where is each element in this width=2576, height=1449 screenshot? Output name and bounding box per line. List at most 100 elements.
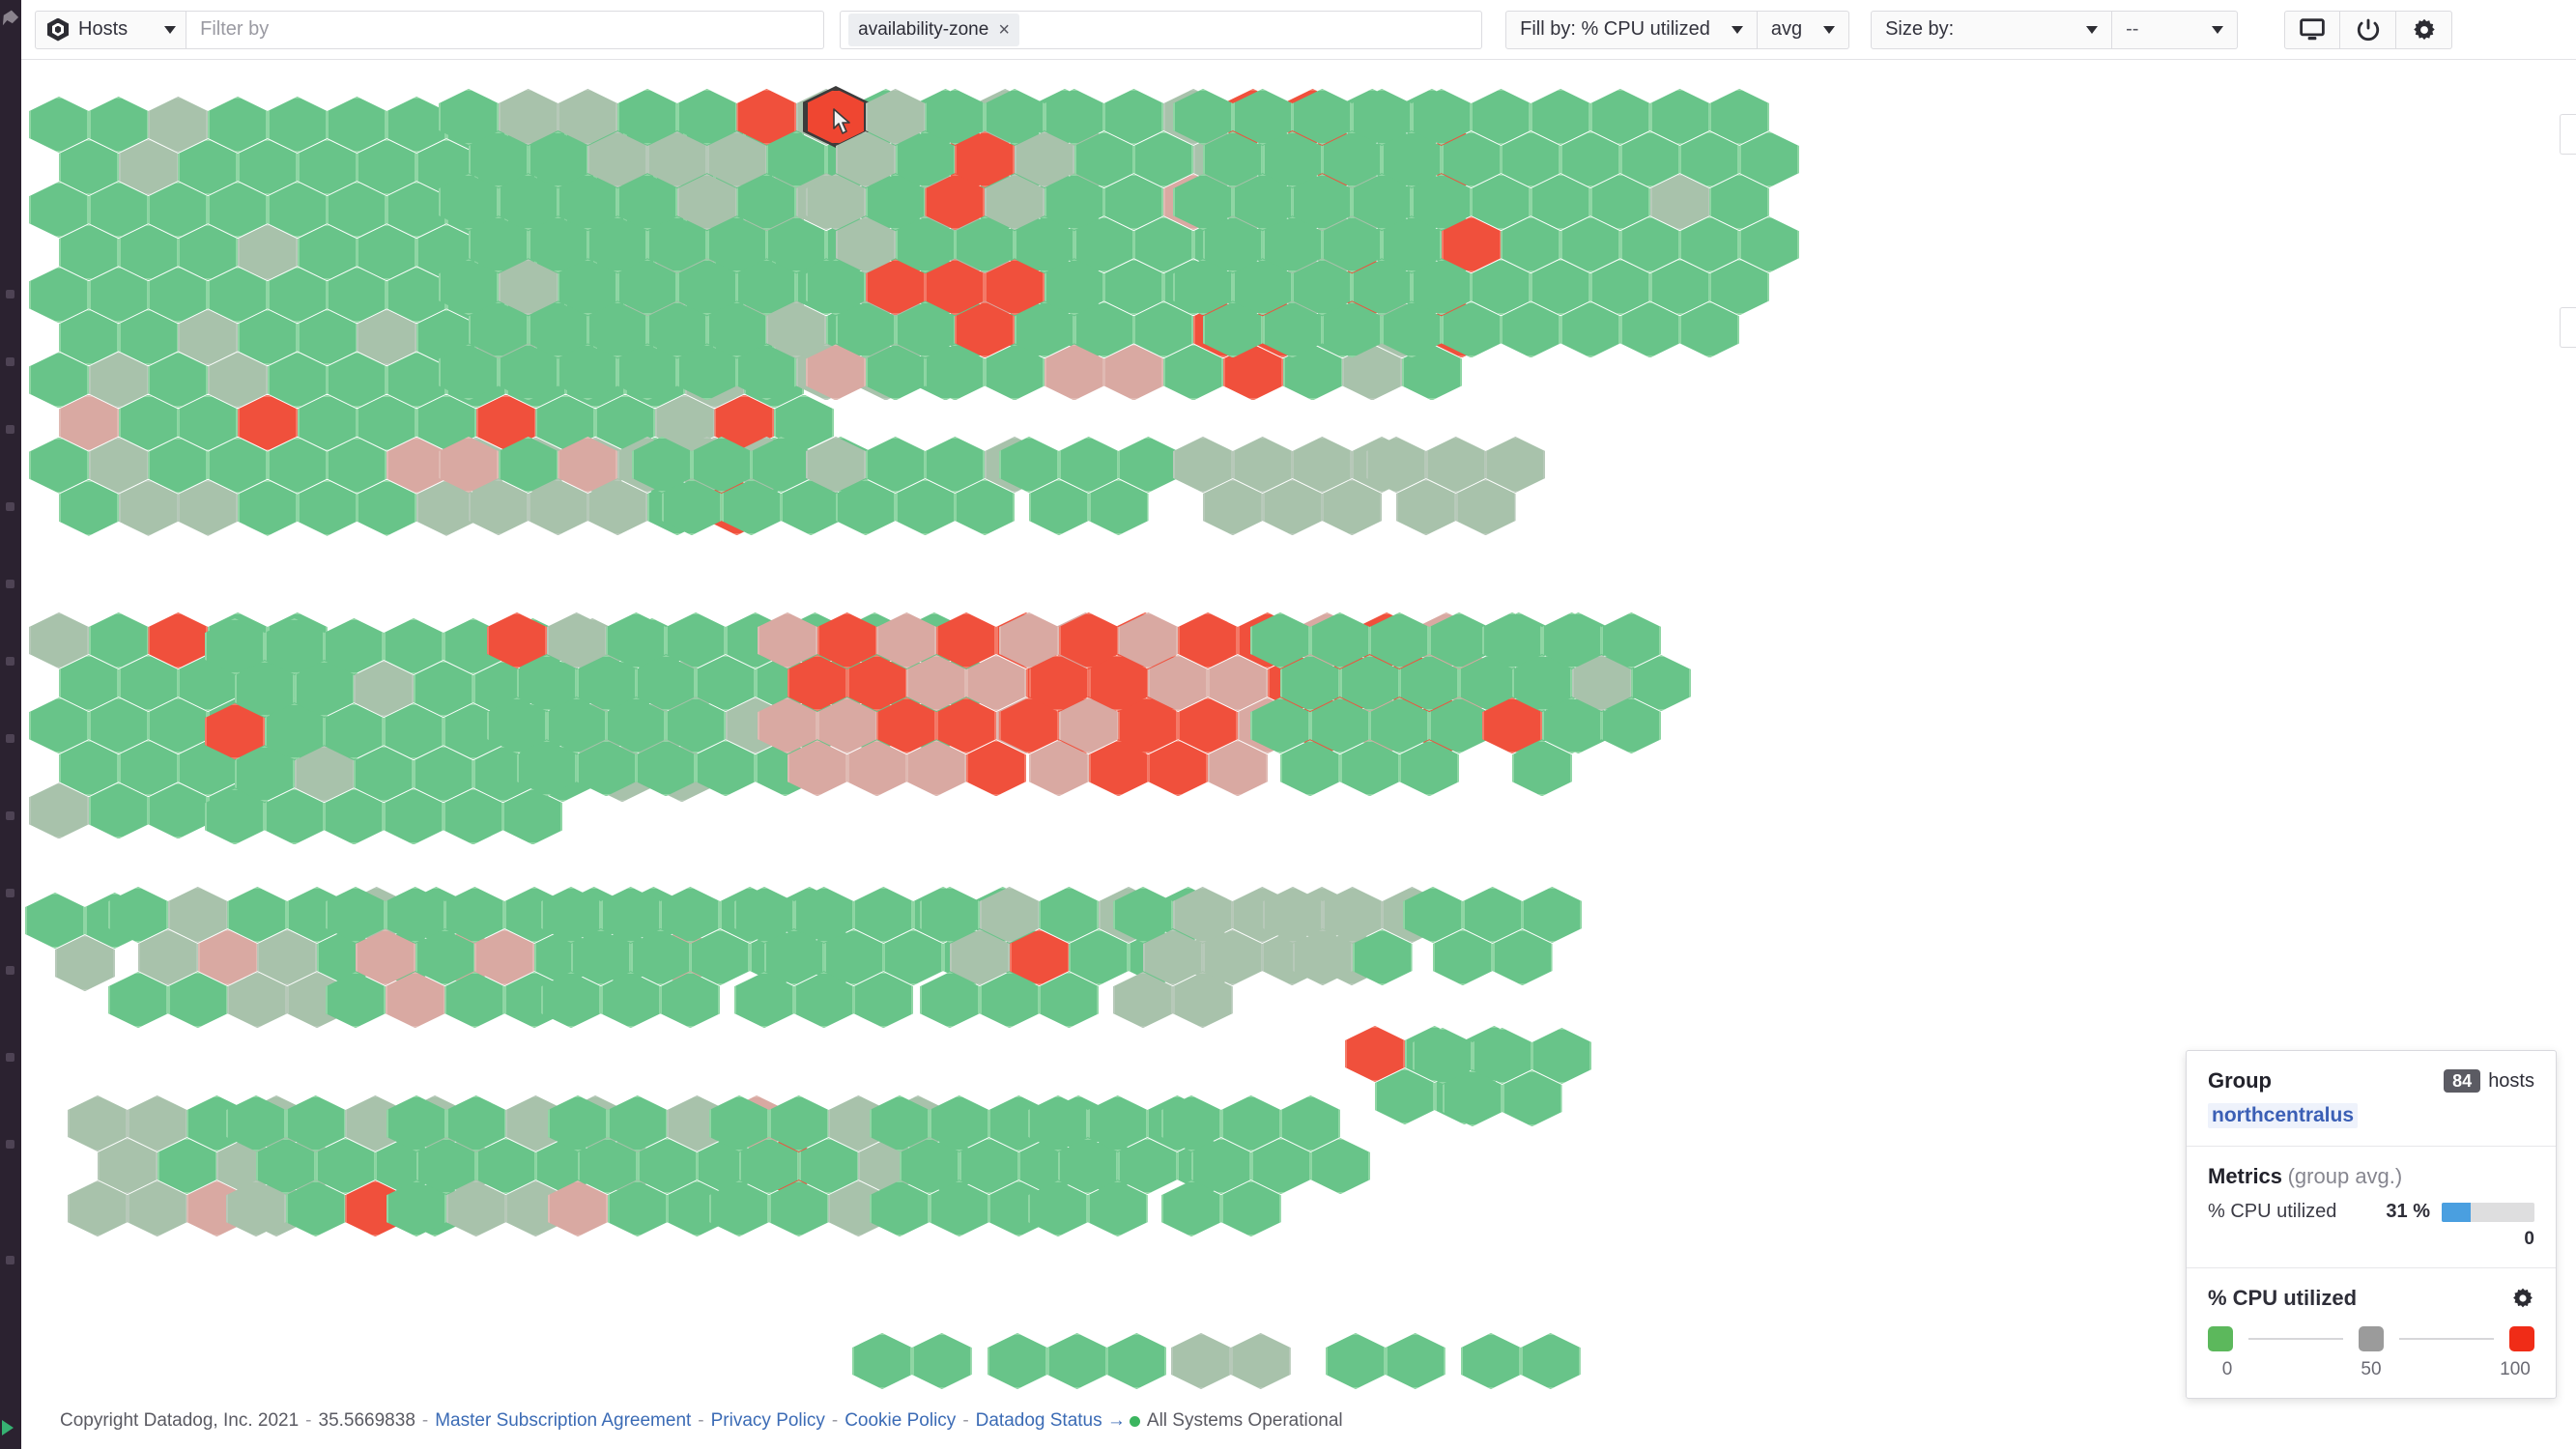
power-icon — [2357, 18, 2379, 41]
host-hex[interactable] — [1520, 1333, 1581, 1389]
legend-swatch-high — [2509, 1326, 2534, 1351]
metric-row: % CPU utilized 31 % — [2208, 1201, 2534, 1223]
nav-icon-13[interactable] — [6, 1256, 14, 1264]
hosts-selector-label: Hosts — [78, 18, 129, 40]
host-hex[interactable] — [911, 1333, 972, 1389]
host-hex[interactable] — [1106, 1333, 1167, 1389]
left-nav-rail[interactable] — [0, 0, 21, 1449]
fullscreen-button[interactable] — [2284, 10, 2341, 49]
size-value-selector[interactable]: -- — [2112, 10, 2239, 49]
chevron-down-icon — [1731, 25, 1743, 34]
gear-icon — [2413, 18, 2435, 40]
legend-tick-labels: 0 50 100 — [2208, 1359, 2534, 1380]
tag-remove-icon[interactable]: × — [998, 20, 1010, 40]
group-tooltip-card: Group 84 hosts northcentralus Metrics (gr… — [2186, 1050, 2557, 1399]
footer-link-cookie[interactable]: Cookie Policy — [844, 1410, 956, 1432]
nav-icon-3[interactable] — [6, 425, 14, 434]
hexagon-icon — [47, 17, 69, 42]
aggregation-selector[interactable]: avg — [1757, 10, 1850, 49]
settings-button[interactable] — [2396, 10, 2453, 49]
nav-icon-7[interactable] — [6, 734, 14, 743]
footer-version: 35.5669838 — [318, 1410, 415, 1431]
fill-by-label: Fill by: % CPU utilized — [1520, 18, 1710, 40]
nav-icon-5[interactable] — [6, 580, 14, 588]
chevron-down-icon — [2212, 25, 2224, 34]
expand-arrow-icon[interactable] — [2, 1420, 14, 1435]
size-by-selector[interactable]: Size by: — [1871, 10, 2113, 49]
footer-link-status[interactable]: Datadog Status → — [976, 1410, 1126, 1432]
fill-controls: Fill by: % CPU utilized avg — [1505, 10, 1850, 49]
tag-chip-availability-zone[interactable]: availability-zone × — [848, 13, 1019, 46]
footer-copyright: Copyright Datadog, Inc. 2021 — [60, 1410, 300, 1431]
hostmap-page: Hosts Filter by availability-zone × Fill… — [0, 0, 2576, 1449]
legend-swatch-mid — [2359, 1326, 2384, 1351]
nav-icon-2[interactable] — [6, 357, 14, 366]
nav-icon-10[interactable] — [6, 966, 14, 975]
view-action-buttons — [2284, 10, 2453, 49]
datadog-logo-icon — [2, 10, 19, 26]
tooltip-metrics-section: Metrics (group avg.) % CPU utilized 31 %… — [2187, 1146, 2556, 1267]
legend-tick-high: 100 — [2500, 1359, 2531, 1379]
host-hex[interactable] — [1461, 1333, 1521, 1389]
metric-bar — [2442, 1202, 2534, 1222]
nav-icon-12[interactable] — [6, 1140, 14, 1149]
hostmap-toolbar: Hosts Filter by availability-zone × Fill… — [21, 0, 2576, 60]
size-controls: Size by: -- — [1871, 10, 2239, 49]
edge-control-bottom[interactable] — [2560, 307, 2576, 348]
group-by-box[interactable]: availability-zone × — [840, 10, 1483, 49]
tooltip-host-count-wrap: 84 hosts — [2444, 1068, 2534, 1093]
nav-icon-9[interactable] — [6, 889, 14, 897]
size-by-label: Size by: — [1885, 18, 1955, 40]
chevron-down-icon — [164, 25, 177, 34]
nav-icon-8[interactable] — [6, 811, 14, 820]
monitor-icon — [2300, 17, 2325, 40]
legend-scale — [2208, 1326, 2534, 1351]
fill-by-selector[interactable]: Fill by: % CPU utilized — [1505, 10, 1758, 49]
metric-name: % CPU utilized — [2208, 1201, 2337, 1222]
nav-icon-6[interactable] — [6, 657, 14, 666]
metric-min-value: 0 — [2524, 1229, 2534, 1249]
nav-icon-1[interactable] — [6, 290, 14, 298]
tag-chip-label: availability-zone — [858, 18, 989, 40]
footer-link-msa[interactable]: Master Subscription Agreement — [435, 1410, 691, 1432]
host-hex[interactable] — [1230, 1333, 1291, 1389]
filter-input[interactable]: Filter by — [186, 10, 825, 49]
power-button[interactable] — [2340, 10, 2397, 49]
metric-value: 31 % — [2386, 1201, 2430, 1222]
metrics-subheading: (group avg.) — [2287, 1164, 2403, 1188]
tooltip-legend-section: % CPU utilized 0 50 100 — [2187, 1267, 2556, 1398]
host-hex[interactable] — [1046, 1333, 1107, 1389]
metrics-heading: Metrics — [2208, 1164, 2283, 1188]
hosts-label: hosts — [2488, 1069, 2534, 1092]
legend-tick-low: 0 — [2221, 1359, 2233, 1379]
footer-status-text: All Systems Operational — [1146, 1410, 1343, 1431]
host-hex[interactable] — [852, 1333, 912, 1389]
aggregation-label: avg — [1770, 18, 1803, 40]
status-dot-icon — [1129, 1415, 1140, 1427]
filter-input-placeholder: Filter by — [200, 18, 270, 40]
legend-title: % CPU utilized — [2208, 1286, 2358, 1310]
chevron-down-icon — [2086, 25, 2099, 34]
host-hex[interactable] — [1326, 1333, 1386, 1389]
nav-icon-4[interactable] — [6, 502, 14, 511]
footer-link-privacy[interactable]: Privacy Policy — [711, 1410, 825, 1432]
tooltip-group-section: Group 84 hosts northcentralus — [2187, 1051, 2556, 1146]
legend-dash-1 — [2248, 1338, 2343, 1340]
legend-swatch-low — [2208, 1326, 2233, 1351]
hosts-selector[interactable]: Hosts — [35, 10, 187, 49]
legend-gear-icon[interactable] — [2511, 1287, 2534, 1310]
size-value-label: -- — [2126, 18, 2139, 40]
edge-control-top[interactable] — [2560, 114, 2576, 155]
host-hex[interactable] — [987, 1333, 1047, 1389]
legend-tick-mid: 50 — [2361, 1359, 2382, 1379]
host-count-badge: 84 — [2444, 1068, 2481, 1093]
host-hex[interactable] — [1385, 1333, 1445, 1389]
legend-dash-2 — [2399, 1338, 2494, 1340]
host-hex[interactable] — [1171, 1333, 1231, 1389]
scope-controls: Hosts Filter by — [35, 10, 825, 49]
tooltip-group-name[interactable]: northcentralus — [2208, 1103, 2359, 1128]
group-by-controls: availability-zone × — [840, 10, 1483, 49]
nav-icon-11[interactable] — [6, 1053, 14, 1062]
chevron-down-icon — [1823, 25, 1836, 34]
page-footer: Copyright Datadog, Inc. 2021 - 35.566983… — [60, 1410, 1343, 1432]
